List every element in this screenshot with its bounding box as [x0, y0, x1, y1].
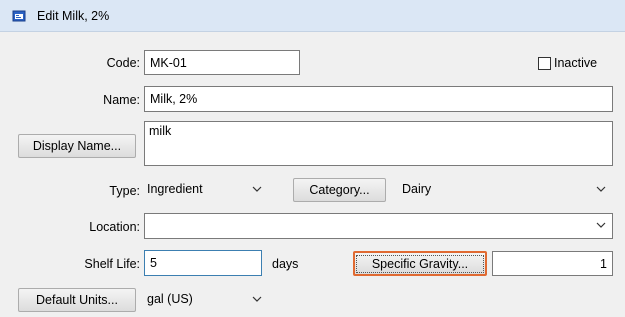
- default-units-select[interactable]: gal (US): [141, 287, 269, 312]
- specific-gravity-input[interactable]: [492, 251, 613, 276]
- display-name-button[interactable]: Display Name...: [18, 134, 136, 158]
- category-button[interactable]: Category...: [293, 178, 386, 202]
- code-input[interactable]: [144, 50, 300, 75]
- edit-form: Code: Inactive Name: Display Name... mil…: [0, 32, 625, 317]
- type-select-value: Ingredient: [147, 182, 203, 196]
- chevron-down-icon: [596, 222, 606, 228]
- display-name-value: milk: [149, 124, 172, 138]
- name-input[interactable]: [144, 86, 613, 112]
- code-label: Code:: [106, 56, 140, 70]
- category-select-value: Dairy: [402, 182, 432, 196]
- inactive-label: Inactive: [554, 56, 598, 70]
- location-select[interactable]: [144, 213, 613, 239]
- shelf-life-input[interactable]: [144, 250, 262, 276]
- display-name-textarea[interactable]: milk: [144, 121, 613, 166]
- specific-gravity-label: Specific Gravity...: [356, 254, 484, 273]
- chevron-down-icon: [252, 296, 262, 302]
- window-icon: [12, 10, 26, 22]
- inactive-checkbox[interactable]: [538, 57, 551, 70]
- location-label: Location:: [89, 220, 140, 234]
- default-units-button[interactable]: Default Units...: [18, 288, 136, 312]
- window-title: Edit Milk, 2%: [37, 9, 110, 23]
- chevron-down-icon: [596, 186, 606, 192]
- shelf-life-unit: days: [272, 257, 299, 271]
- category-select[interactable]: Dairy: [396, 177, 613, 202]
- chevron-down-icon: [252, 186, 262, 192]
- shelf-life-label: Shelf Life:: [84, 257, 140, 271]
- title-bar: Edit Milk, 2%: [0, 0, 625, 32]
- name-label: Name:: [103, 93, 140, 107]
- type-select[interactable]: Ingredient: [141, 177, 269, 202]
- type-label: Type:: [109, 184, 140, 198]
- default-units-select-value: gal (US): [147, 292, 193, 306]
- specific-gravity-button[interactable]: Specific Gravity...: [353, 251, 487, 276]
